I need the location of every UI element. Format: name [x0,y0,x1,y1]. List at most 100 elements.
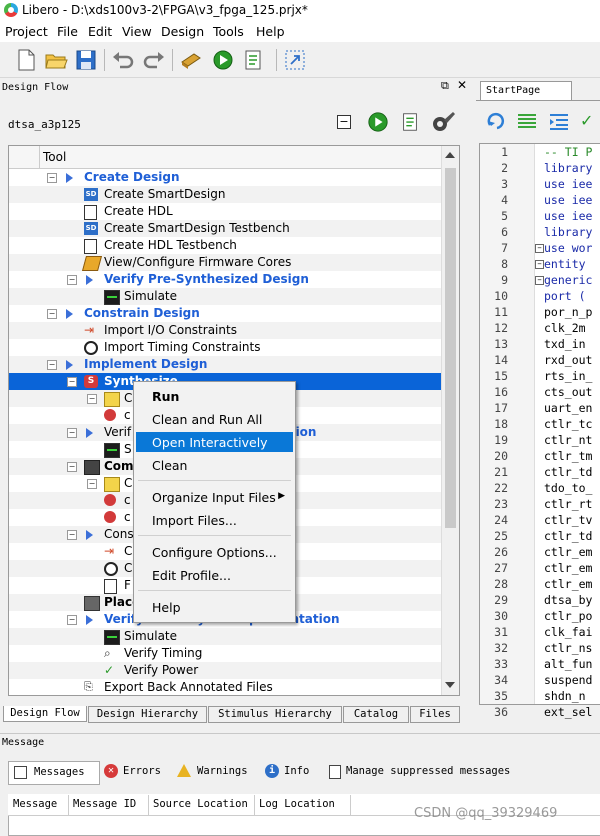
menu-item-import-files[interactable]: Import Files... [136,510,293,530]
menu-item-edit-profile[interactable]: Edit Profile... [136,565,293,585]
new-file-icon[interactable] [14,48,38,72]
tree-row[interactable]: Create HDL Testbench [9,237,441,254]
tree-row[interactable]: View/Configure Firmware Cores [9,254,441,271]
build-hammer-icon[interactable] [179,48,203,72]
expand-toggle-icon[interactable]: − [67,615,77,625]
line-number: 27 [494,561,508,575]
tree-row[interactable]: ⇥ Import I/O Constraints [9,322,441,339]
editor-format-icon[interactable] [516,111,538,131]
expand-toggle-icon[interactable]: − [47,173,57,183]
expand-toggle-icon[interactable]: − [47,309,57,319]
run-icon[interactable] [211,48,235,72]
tab-startpage[interactable]: StartPage [480,81,572,100]
flow-options-gear-icon[interactable] [430,110,456,134]
manage-suppressed-button[interactable]: Manage suppressed messages [329,764,529,784]
redo-icon[interactable] [142,48,166,72]
section-arrow-icon [66,173,73,183]
tree-row[interactable]: SD Create SmartDesign [9,186,441,203]
save-icon[interactable] [74,48,98,72]
flow-report-icon[interactable] [399,111,421,133]
menu-project[interactable]: Project [5,24,48,39]
fold-toggle-icon[interactable]: − [535,260,544,269]
col-log-location[interactable]: Log Location [259,798,335,810]
restore-layout-icon[interactable] [283,48,307,72]
col-message-id[interactable]: Message ID [73,798,136,810]
tab-stimulus-hierarchy[interactable]: Stimulus Hierarchy [208,706,342,723]
tree-row-label: Verif [104,425,132,439]
editor-check-icon[interactable]: ✓ [580,111,593,130]
line-number: 11 [494,305,508,319]
tree-row[interactable]: − Constrain Design [9,305,441,322]
menu-file[interactable]: File [57,24,78,39]
line-number: 24 [494,513,508,527]
code-line: ctlr_em [544,561,593,575]
col-message[interactable]: Message [13,798,57,810]
expand-toggle-icon[interactable]: − [67,275,77,285]
line-number: 7 [501,241,508,255]
tree-row[interactable]: Simulate [9,288,441,305]
tree-row[interactable]: Simulate [9,628,441,645]
info-icon: i [265,764,279,778]
line-number: 22 [494,481,508,495]
line-number: 29 [494,593,508,607]
collapse-all-icon[interactable]: − [337,115,351,129]
editor-refresh-icon[interactable] [486,111,506,131]
code-line: rts_in_ [544,369,593,383]
expand-toggle-icon[interactable]: − [87,394,97,404]
menu-item-clean[interactable]: Clean [136,455,293,475]
tree-row[interactable]: Create HDL [9,203,441,220]
code-editor[interactable]: 1 -- TI P 2 library 3 use iee 4 use iee 5 use iee… [479,143,600,719]
tree-row-label: c [124,510,131,524]
tree-row[interactable]: − Verify Pre-Synthesized Design [9,271,441,288]
tree-row[interactable]: Import Timing Constraints [9,339,441,356]
undo-icon[interactable] [111,48,135,72]
tree-row[interactable]: − Create Design [9,169,441,186]
tree-row-label: C [124,476,133,490]
open-folder-icon[interactable] [44,48,68,72]
fold-toggle-icon[interactable]: − [535,244,544,253]
menu-edit[interactable]: Edit [88,24,112,39]
menu-item-help[interactable]: Help [136,597,293,617]
code-line: por_n_p [544,305,593,319]
menu-item-run[interactable]: Run [136,386,293,406]
expand-toggle-icon[interactable]: − [67,428,77,438]
code-line: uart_en [544,401,593,415]
menu-view[interactable]: View [122,24,152,39]
editor-indent-icon[interactable] [548,111,570,131]
menu-tools[interactable]: Tools [213,24,244,39]
section-arrow-icon [66,309,73,319]
tree-row-label: Import I/O Constraints [104,323,237,337]
menu-item-clean-run-all[interactable]: Clean and Run All [136,409,293,429]
report-icon[interactable] [241,48,265,72]
expand-toggle-icon[interactable]: − [87,479,97,489]
expand-toggle-icon[interactable]: − [67,530,77,540]
menu-item-configure-options[interactable]: Configure Options... [136,542,293,562]
line-number: 35 [494,689,508,703]
menu-item-open-interactively[interactable]: Open Interactively [136,432,293,452]
tree-row[interactable]: ✓ Verify Power [9,662,441,679]
menu-item-organize-input-files[interactable]: Organize Input Files ▶ [136,487,293,507]
menu-design[interactable]: Design [161,24,204,39]
run-flow-icon[interactable] [367,111,389,133]
tab-design-flow[interactable]: Design Flow [3,706,87,722]
code-line: rxd_out [544,353,593,367]
tree-row[interactable]: − Implement Design [9,356,441,373]
expand-toggle-icon[interactable]: − [47,360,57,370]
tab-files[interactable]: Files [410,706,460,723]
code-line: ctlr_tc [544,417,593,431]
tab-catalog[interactable]: Catalog [343,706,409,723]
menu-help[interactable]: Help [256,24,285,39]
fold-toggle-icon[interactable]: − [535,276,544,285]
tree-row[interactable]: SD Create SmartDesign Testbench [9,220,441,237]
expand-toggle-icon[interactable]: − [67,377,77,387]
tree-scrollbar[interactable] [441,146,459,695]
tab-design-hierarchy[interactable]: Design Hierarchy [88,706,207,723]
expand-toggle-icon[interactable]: − [67,462,77,472]
section-arrow-icon [86,615,93,625]
col-source-location[interactable]: Source Location [153,798,248,810]
submenu-arrow-icon: ▶ [278,491,285,501]
close-panel-icon[interactable]: ✕ [457,78,467,92]
tree-row[interactable]: ⎘ Export Back Annotated Files [9,679,441,695]
tree-row[interactable]: ⌕ Verify Timing [9,645,441,662]
float-panel-icon[interactable]: ⧉ [441,79,449,93]
